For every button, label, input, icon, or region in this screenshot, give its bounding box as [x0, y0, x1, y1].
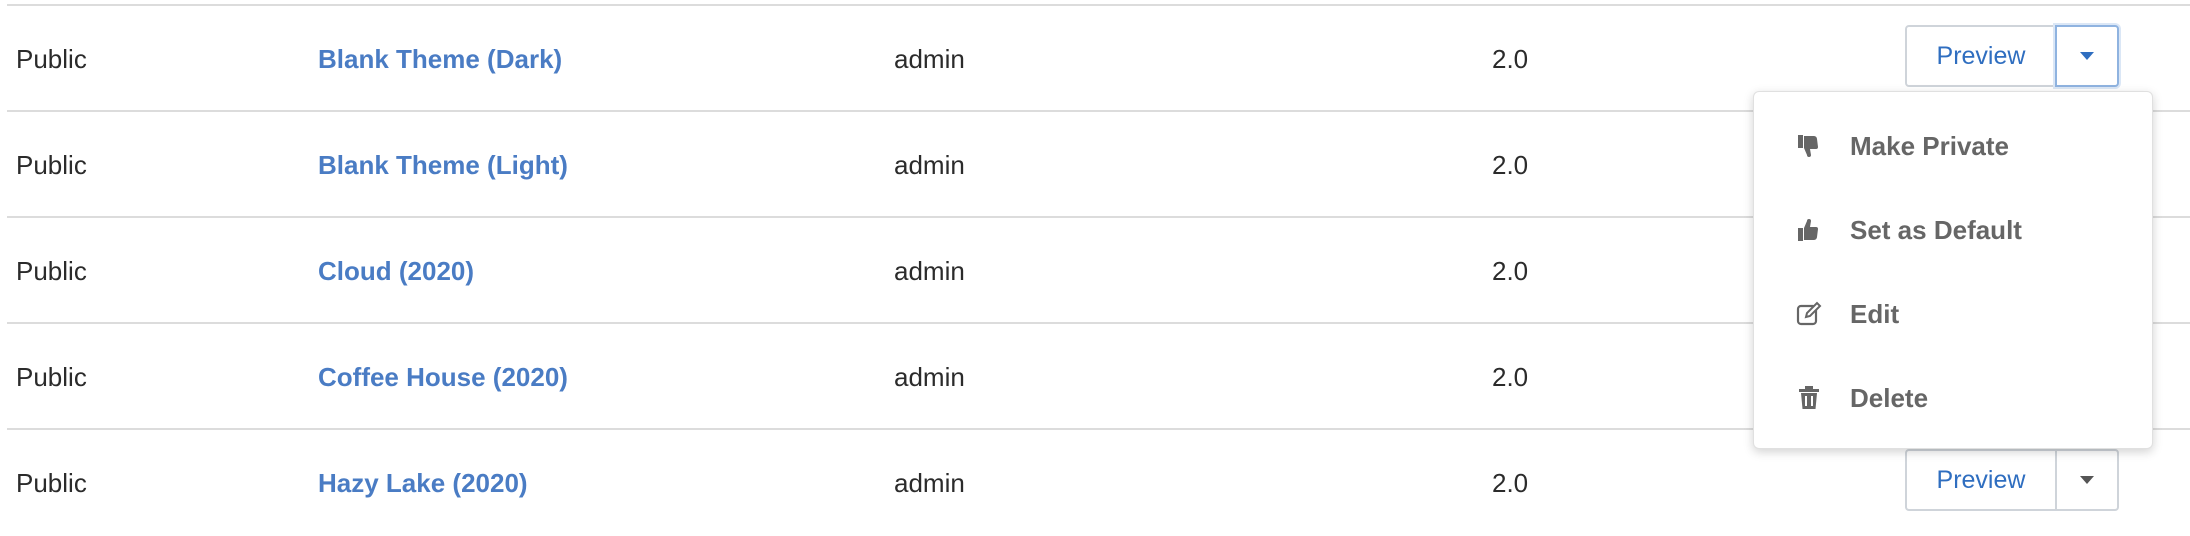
menu-item-edit[interactable]: Edit	[1754, 272, 2152, 356]
menu-item-delete[interactable]: Delete	[1754, 356, 2152, 440]
caret-down-icon	[2080, 476, 2094, 484]
author-cell: admin	[894, 256, 965, 286]
theme-name-link[interactable]: Coffee House (2020)	[318, 324, 568, 430]
author-cell: admin	[894, 44, 965, 74]
visibility-cell: Public	[16, 44, 87, 74]
thumbs-down-icon	[1798, 135, 1818, 157]
preview-button[interactable]: Preview	[1905, 25, 2057, 87]
theme-name-link[interactable]: Blank Theme (Light)	[318, 112, 568, 218]
menu-item-label: Make Private	[1850, 131, 2009, 161]
menu-item-set-default[interactable]: Set as Default	[1754, 188, 2152, 272]
trash-icon	[1799, 386, 1819, 409]
row-actions: Preview	[1905, 449, 2119, 511]
actions-dropdown-toggle[interactable]	[2055, 449, 2119, 511]
visibility-cell: Public	[16, 150, 87, 180]
preview-button[interactable]: Preview	[1905, 449, 2057, 511]
author-cell: admin	[894, 468, 965, 498]
visibility-cell: Public	[16, 256, 87, 286]
theme-name-link[interactable]: Cloud (2020)	[318, 218, 474, 324]
edit-icon	[1796, 301, 1822, 326]
visibility-cell: Public	[16, 362, 87, 392]
version-cell: 2.0	[1492, 44, 1529, 74]
version-cell: 2.0	[1492, 468, 1529, 498]
menu-item-label: Set as Default	[1850, 215, 2022, 245]
author-cell: admin	[894, 362, 965, 392]
version-cell: 2.0	[1492, 150, 1529, 180]
visibility-cell: Public	[16, 468, 87, 498]
actions-dropdown-menu: Make Private Set as Default Edit Delete	[1753, 91, 2153, 449]
theme-name-link[interactable]: Hazy Lake (2020)	[318, 430, 528, 536]
theme-name-link[interactable]: Blank Theme (Dark)	[318, 6, 562, 112]
thumbs-up-icon	[1798, 219, 1818, 241]
version-cell: 2.0	[1492, 362, 1529, 392]
menu-item-label: Edit	[1850, 299, 1900, 329]
caret-down-icon	[2080, 52, 2094, 60]
version-cell: 2.0	[1492, 256, 1529, 286]
menu-item-make-private[interactable]: Make Private	[1754, 104, 2152, 188]
menu-item-label: Delete	[1850, 383, 1929, 413]
author-cell: admin	[894, 150, 965, 180]
row-actions: Preview	[1905, 25, 2119, 87]
actions-dropdown-toggle[interactable]	[2055, 25, 2119, 87]
